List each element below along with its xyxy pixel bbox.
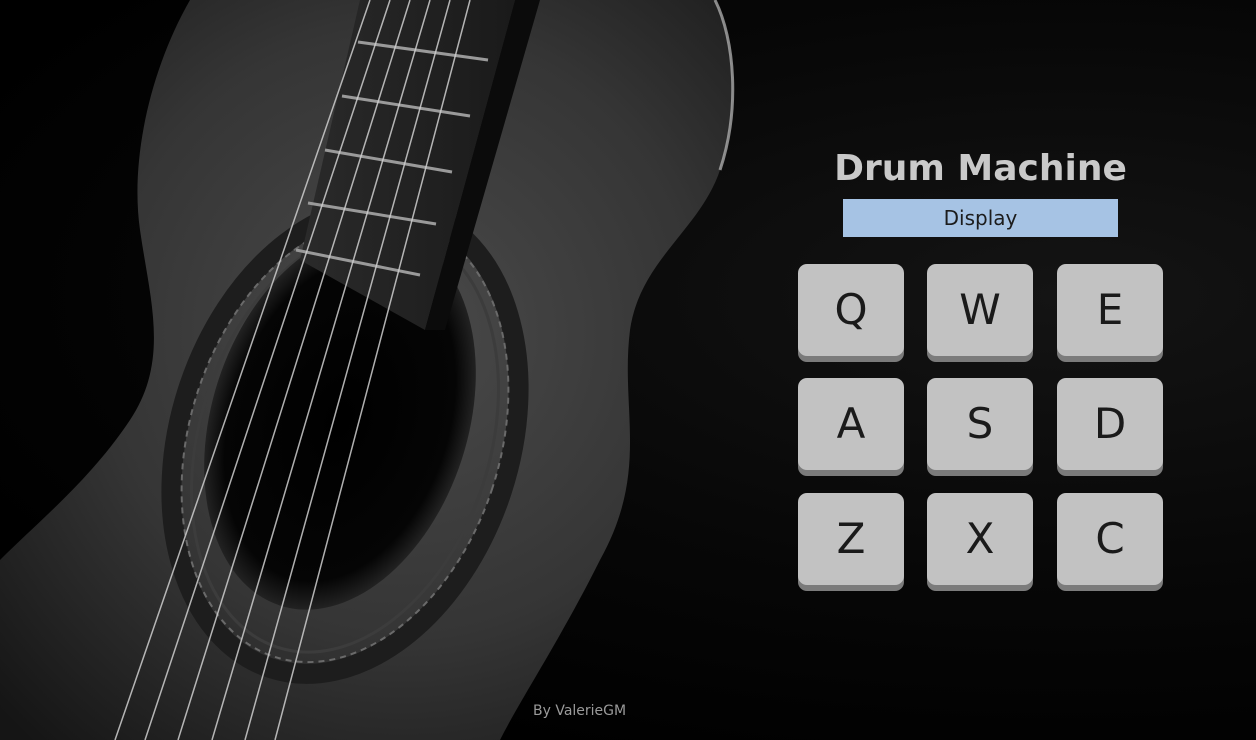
drum-pad-z[interactable]: Z — [798, 493, 904, 585]
drum-pad-a[interactable]: A — [798, 378, 904, 470]
drum-pad-d[interactable]: D — [1057, 378, 1163, 470]
app-title: Drum Machine — [834, 148, 1127, 189]
drum-pad-w[interactable]: W — [927, 264, 1033, 356]
guitar-background-image — [0, 0, 735, 740]
drum-pad-x[interactable]: X — [927, 493, 1033, 585]
author-credit: By ValerieGM — [533, 703, 627, 719]
app-root: Drum Machine Display Q W E A S D Z X C B… — [0, 0, 1256, 740]
drum-pad-e[interactable]: E — [1057, 264, 1163, 356]
display-panel: Display — [843, 199, 1118, 237]
drum-pad-q[interactable]: Q — [798, 264, 904, 356]
drum-pad-s[interactable]: S — [927, 378, 1033, 470]
drum-pad-c[interactable]: C — [1057, 493, 1163, 585]
